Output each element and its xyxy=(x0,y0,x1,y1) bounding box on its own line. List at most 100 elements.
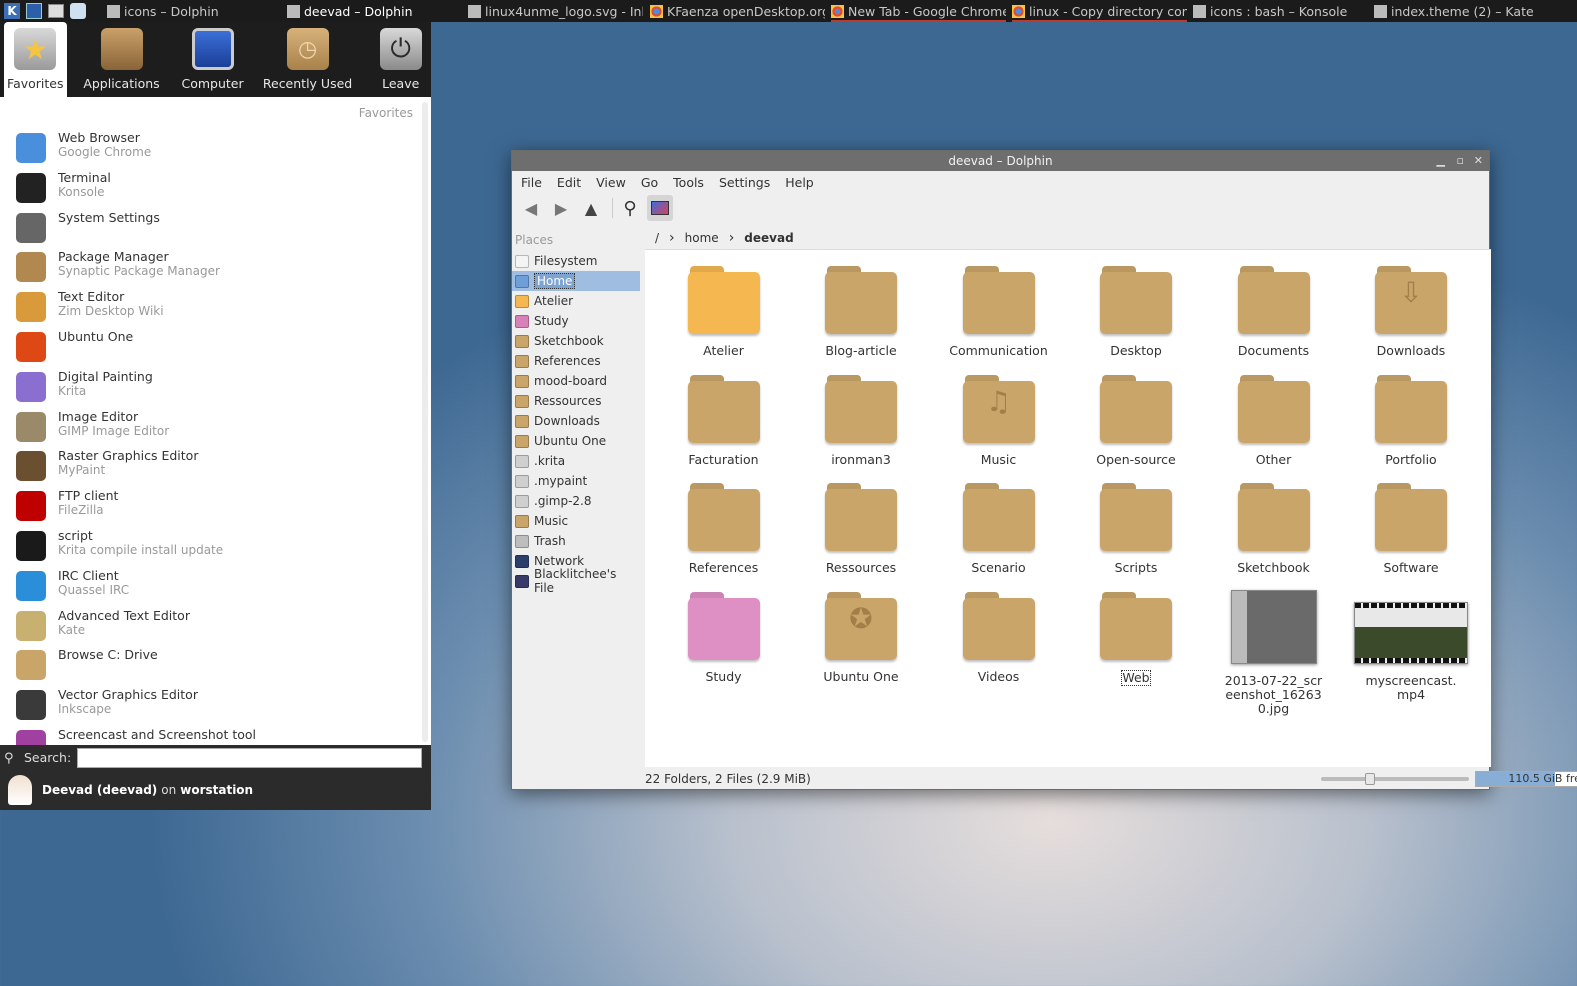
tab-computer[interactable]: Computer xyxy=(174,22,250,97)
folder-item[interactable]: Study xyxy=(661,590,786,684)
menu-go[interactable]: Go xyxy=(641,175,658,190)
place-item[interactable]: mood-board xyxy=(512,371,640,391)
search-button[interactable]: ⚲ xyxy=(617,195,643,221)
folder-item[interactable]: Desktop xyxy=(1074,264,1199,358)
folder-item[interactable]: ✪ Ubuntu One xyxy=(799,590,924,684)
favorite-item[interactable]: script Krita compile install update xyxy=(16,528,416,568)
file-item[interactable]: myscreencast.mp4 xyxy=(1349,590,1474,702)
search-input[interactable] xyxy=(77,747,423,768)
place-item[interactable]: Trash xyxy=(512,531,640,551)
place-item[interactable]: Downloads xyxy=(512,411,640,431)
task-2[interactable]: linux4unme_logo.svg - Inkscape xyxy=(468,0,643,22)
back-button[interactable]: ◀ xyxy=(518,195,544,221)
favorite-item[interactable]: IRC Client Quassel IRC xyxy=(16,568,416,608)
menu-edit[interactable]: Edit xyxy=(557,175,581,190)
minimize-button[interactable]: ▁ xyxy=(1437,151,1445,171)
maximize-button[interactable]: ▫ xyxy=(1457,151,1464,171)
place-item[interactable]: Atelier xyxy=(512,291,640,311)
menu-file[interactable]: File xyxy=(521,175,542,190)
favorite-item[interactable]: Text Editor Zim Desktop Wiki xyxy=(16,289,416,329)
breadcrumb-item[interactable]: home xyxy=(685,231,719,245)
zoom-slider-handle[interactable] xyxy=(1365,773,1375,785)
folder-item[interactable]: Videos xyxy=(936,590,1061,684)
favorite-item[interactable]: Raster Graphics Editor MyPaint xyxy=(16,448,416,488)
folder-item[interactable]: Scenario xyxy=(936,481,1061,575)
tab-applications[interactable]: Applications xyxy=(77,22,167,97)
folder-item[interactable]: Blog-article xyxy=(799,264,924,358)
place-item[interactable]: Filesystem xyxy=(512,251,640,271)
up-button[interactable]: ▲ xyxy=(578,195,604,221)
zoom-slider[interactable] xyxy=(1321,773,1469,785)
place-item[interactable]: Ubuntu One xyxy=(512,431,640,451)
place-item[interactable]: .mypaint xyxy=(512,471,640,491)
task-5[interactable]: linux - Copy directory contents xyxy=(1012,0,1187,22)
status-bar: 22 Folders, 2 Files (2.9 MiB) 110.5 GiB … xyxy=(645,769,1577,789)
folder-item[interactable]: Scripts xyxy=(1074,481,1199,575)
file-item[interactable]: 2013-07-22_screenshot_162630.jpg xyxy=(1211,589,1336,716)
kde-menu-button[interactable]: K xyxy=(2,1,22,21)
place-item[interactable]: Sketchbook xyxy=(512,331,640,351)
folder-item[interactable]: Web xyxy=(1074,590,1199,686)
favorite-item[interactable]: Terminal Konsole xyxy=(16,170,416,210)
task-3[interactable]: KFaenza openDesktop.org - G xyxy=(650,0,825,22)
favorite-item[interactable]: Package Manager Synaptic Package Manager xyxy=(16,249,416,289)
tab-leave[interactable]: ⏻ Leave xyxy=(370,22,431,97)
breadcrumb-item[interactable]: deevad xyxy=(744,231,793,245)
close-button[interactable]: ✕ xyxy=(1474,151,1483,171)
breadcrumb-item[interactable]: / xyxy=(655,231,659,245)
folder-item[interactable]: ⇩ Downloads xyxy=(1349,264,1474,358)
favorite-item[interactable]: Web Browser Google Chrome xyxy=(16,130,416,170)
folder-item[interactable]: Ressources xyxy=(799,481,924,575)
task-7[interactable]: index.theme (2) – Kate xyxy=(1374,0,1549,22)
forward-button[interactable]: ▶ xyxy=(548,195,574,221)
place-item[interactable]: .krita xyxy=(512,451,640,471)
task-0[interactable]: icons – Dolphin xyxy=(107,0,277,22)
folder-item[interactable]: ♫ Music xyxy=(936,373,1061,467)
folder-item[interactable]: Documents xyxy=(1211,264,1336,358)
place-item[interactable]: Ressources xyxy=(512,391,640,411)
favorite-item[interactable]: Browse C: Drive xyxy=(16,647,416,687)
tab-recently-used[interactable]: ◷ Recently Used xyxy=(259,22,357,97)
folder-item[interactable]: References xyxy=(661,481,786,575)
menu-settings[interactable]: Settings xyxy=(719,175,770,190)
launcher-browser[interactable] xyxy=(68,1,88,21)
folder-item[interactable]: Atelier xyxy=(661,264,786,358)
task-4[interactable]: New Tab - Google Chrome <2> xyxy=(831,0,1006,22)
place-item[interactable]: Music xyxy=(512,511,640,531)
task-1[interactable]: deevad – Dolphin xyxy=(287,0,457,22)
app-name: Screencast and Screenshot tool xyxy=(58,727,256,742)
favorite-item[interactable]: Vector Graphics Editor Inkscape xyxy=(16,687,416,727)
folder-item[interactable]: ironman3 xyxy=(799,373,924,467)
task-6[interactable]: icons : bash – Konsole xyxy=(1193,0,1368,22)
favorite-item[interactable]: System Settings xyxy=(16,210,416,250)
menu-view[interactable]: View xyxy=(596,175,626,190)
folder-icon xyxy=(962,481,1035,551)
file-name: Ressources xyxy=(825,560,897,575)
menu-tools[interactable]: Tools xyxy=(673,175,704,190)
folder-item[interactable]: Software xyxy=(1349,481,1474,575)
favorite-item[interactable]: FTP client FileZilla xyxy=(16,488,416,528)
place-item[interactable]: References xyxy=(512,351,640,371)
menu-scrollbar[interactable] xyxy=(422,102,428,742)
folder-item[interactable]: Open-source xyxy=(1074,373,1199,467)
launcher-files[interactable] xyxy=(46,1,66,21)
folder-item[interactable]: Other xyxy=(1211,373,1336,467)
place-item[interactable]: Home xyxy=(512,271,640,291)
tab-favorites[interactable]: ★ Favorites xyxy=(4,22,67,97)
favorite-item[interactable]: Advanced Text Editor Kate xyxy=(16,608,416,648)
favorite-item[interactable]: Ubuntu One xyxy=(16,329,416,369)
place-item[interactable]: .gimp-2.8 xyxy=(512,491,640,511)
window-titlebar[interactable]: deevad – Dolphin ▁ ▫ ✕ xyxy=(512,151,1489,171)
folder-item[interactable]: Portfolio xyxy=(1349,373,1474,467)
folder-item[interactable]: Sketchbook xyxy=(1211,481,1336,575)
place-item[interactable]: Blacklitchee's File xyxy=(512,567,640,595)
favorite-item[interactable]: Digital Painting Krita xyxy=(16,369,416,409)
preview-toggle-button[interactable] xyxy=(647,195,673,221)
launcher-dolphin[interactable] xyxy=(24,1,44,21)
folder-emblem-icon: ⇩ xyxy=(1399,276,1423,309)
menu-help[interactable]: Help xyxy=(785,175,814,190)
place-item[interactable]: Study xyxy=(512,311,640,331)
favorite-item[interactable]: Image Editor GIMP Image Editor xyxy=(16,409,416,449)
folder-item[interactable]: Facturation xyxy=(661,373,786,467)
folder-item[interactable]: Communication xyxy=(936,264,1061,358)
